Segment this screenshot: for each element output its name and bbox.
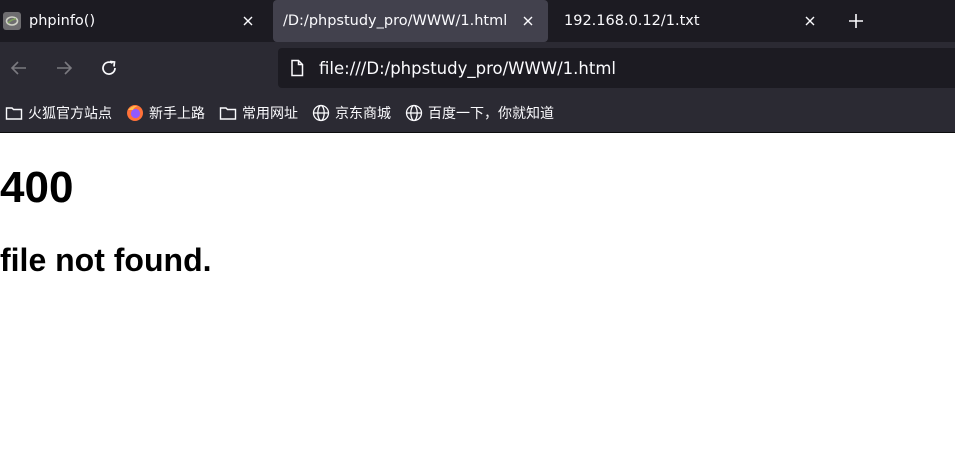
reload-icon bbox=[102, 60, 116, 75]
bookmark-label: 百度一下，你就知道 bbox=[428, 106, 554, 122]
new-tab-button[interactable] bbox=[845, 10, 867, 32]
globe-icon bbox=[405, 104, 423, 122]
tab-1-html[interactable]: /D:/phpstudy_pro/WWW/1.html bbox=[273, 0, 548, 42]
tab-title: /D:/phpstudy_pro/WWW/1.html bbox=[283, 13, 508, 29]
error-code-heading: 400 bbox=[0, 163, 74, 212]
bookmark-label: 常用网址 bbox=[242, 106, 298, 122]
tab-1-txt[interactable]: 192.168.0.12/1.txt bbox=[552, 0, 832, 42]
close-tab-icon[interactable] bbox=[520, 13, 536, 29]
tab-strip: phpinfo() /D:/phpstudy_pro/WWW/1.html 19… bbox=[0, 0, 955, 42]
forward-button[interactable] bbox=[52, 56, 76, 80]
folder-icon bbox=[219, 104, 237, 122]
browser-chrome: phpinfo() /D:/phpstudy_pro/WWW/1.html 19… bbox=[0, 0, 955, 133]
bookmark-firefox-official[interactable]: 火狐官方站点 bbox=[5, 103, 112, 123]
bookmark-getting-started[interactable]: 新手上路 bbox=[126, 103, 205, 123]
folder-icon bbox=[5, 104, 23, 122]
error-message: file not found. bbox=[0, 242, 212, 278]
arrow-left-icon bbox=[10, 61, 26, 75]
url-text[interactable]: file:///D:/phpstudy_pro/WWW/1.html bbox=[319, 59, 616, 78]
arrow-right-icon bbox=[57, 61, 73, 75]
bookmarks-toolbar: 火狐官方站点 新手上路 常用网址 京东商城 百度一下，你就知道 bbox=[0, 94, 955, 133]
bookmark-label: 火狐官方站点 bbox=[28, 106, 112, 122]
php-favicon-icon bbox=[3, 12, 21, 30]
tab-title: phpinfo() bbox=[29, 13, 96, 29]
plus-icon bbox=[849, 14, 863, 28]
bookmark-jd[interactable]: 京东商城 bbox=[312, 103, 391, 123]
address-bar[interactable]: file:///D:/phpstudy_pro/WWW/1.html bbox=[278, 48, 955, 88]
bookmark-common-sites[interactable]: 常用网址 bbox=[219, 103, 298, 123]
bookmark-label: 新手上路 bbox=[149, 106, 205, 122]
globe-icon bbox=[312, 104, 330, 122]
close-tab-icon[interactable] bbox=[802, 13, 818, 29]
back-button[interactable] bbox=[7, 56, 31, 80]
navigation-toolbar: file:///D:/phpstudy_pro/WWW/1.html bbox=[0, 42, 955, 94]
page-content: 400 file not found. bbox=[0, 133, 955, 459]
firefox-icon bbox=[126, 104, 144, 122]
bookmark-label: 京东商城 bbox=[335, 106, 391, 122]
page-icon bbox=[288, 59, 306, 77]
close-tab-icon[interactable] bbox=[240, 13, 256, 29]
bookmark-baidu[interactable]: 百度一下，你就知道 bbox=[405, 103, 554, 123]
tab-phpinfo[interactable]: phpinfo() bbox=[0, 0, 270, 42]
reload-button[interactable] bbox=[97, 56, 121, 80]
tab-title: 192.168.0.12/1.txt bbox=[564, 13, 700, 29]
